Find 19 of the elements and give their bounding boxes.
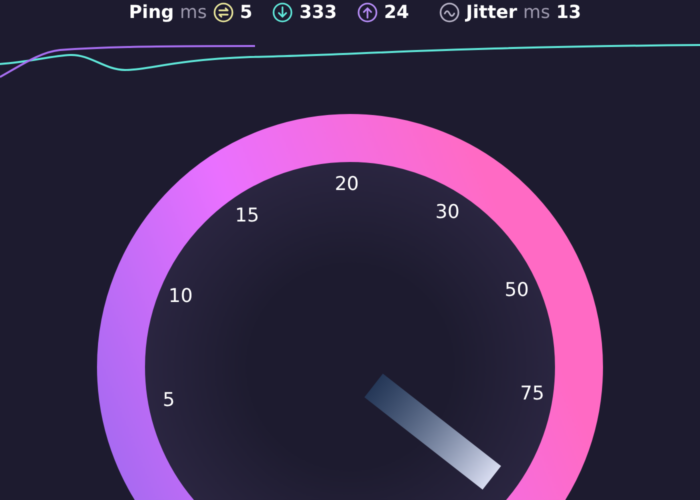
wave-icon [439,2,460,22]
scale-label: 20 [334,173,359,196]
metric-value: 333 [299,2,337,22]
unit-label: ms [523,2,550,22]
scale-label: 50 [504,279,529,302]
scale-label: 15 [235,204,260,226]
download-icon [272,2,294,22]
ping-icon [212,2,234,22]
upload-icon [356,2,378,22]
scale-label: 75 [520,382,544,405]
metric-value: 13 [556,2,582,22]
scale-label: 5 [162,388,175,411]
metric-label: Jitter [466,2,518,22]
metric-label: Ping [128,2,174,22]
scale-label: 30 [435,200,460,223]
unit-label: ms [180,2,207,22]
scale-label: 10 [168,285,193,308]
metric-value: 24 [384,2,409,22]
metric-value: 5 [240,2,252,22]
